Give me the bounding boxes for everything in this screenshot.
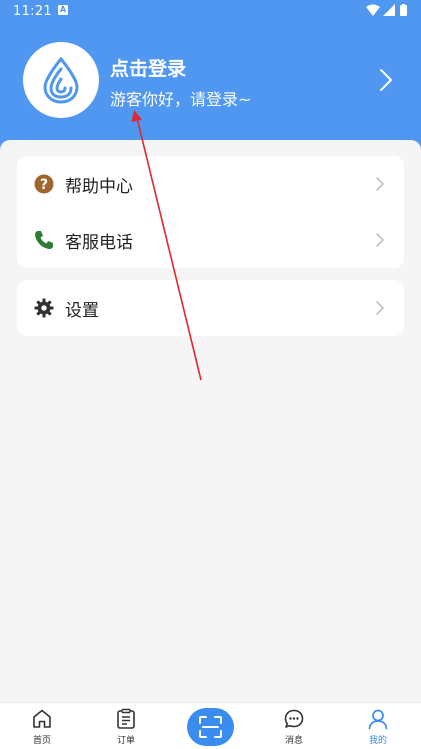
- notification-badge-icon: A: [58, 5, 68, 15]
- menu-item-settings-label: 设置: [65, 301, 99, 321]
- profile-chevron-right-icon[interactable]: [379, 68, 393, 92]
- user-profile-icon: [368, 709, 388, 730]
- status-bar: 11:21 A: [0, 0, 421, 22]
- menu-card-settings: 设置: [17, 280, 404, 336]
- menu-item-customer-service-label: 客服电话: [65, 233, 133, 253]
- chevron-right-icon: [376, 177, 384, 191]
- tab-orders[interactable]: 订单: [96, 703, 156, 749]
- tab-orders-label: 订单: [116, 736, 135, 746]
- phone-icon: [35, 231, 53, 249]
- status-time: 11:21: [13, 4, 52, 19]
- login-title[interactable]: 点击登录: [110, 54, 186, 81]
- chat-bubble-icon: [284, 709, 304, 728]
- home-icon: [33, 709, 51, 728]
- avatar[interactable]: [23, 42, 99, 118]
- tab-messages-label: 消息: [284, 736, 303, 746]
- tab-home[interactable]: 首页: [12, 703, 72, 749]
- order-list-icon: [117, 708, 135, 729]
- chevron-right-icon: [376, 301, 384, 315]
- menu-item-customer-service[interactable]: 客服电话: [17, 212, 404, 268]
- tab-messages[interactable]: 消息: [264, 703, 324, 749]
- login-subtitle: 游客你好，请登录~: [110, 90, 252, 109]
- chevron-right-icon: [376, 233, 384, 247]
- svg-text:?: ?: [40, 177, 48, 193]
- status-icons: [365, 4, 409, 21]
- tab-mine-label: 我的: [368, 736, 387, 746]
- water-drop-logo-icon: [43, 56, 79, 104]
- menu-item-help-center[interactable]: ? 帮助中心: [17, 156, 404, 212]
- tab-mine[interactable]: 我的: [348, 703, 408, 749]
- gear-icon: [34, 298, 54, 318]
- menu-item-help-center-label: 帮助中心: [65, 177, 133, 197]
- help-question-icon: ?: [34, 174, 54, 194]
- menu-card-support: ? 帮助中心 客服电话: [17, 156, 404, 268]
- tab-home-label: 首页: [32, 736, 51, 746]
- scan-qr-icon: [199, 716, 222, 738]
- scan-button[interactable]: [187, 708, 234, 746]
- menu-item-settings[interactable]: 设置: [17, 280, 404, 336]
- wifi-signal-battery-icon: [366, 4, 407, 16]
